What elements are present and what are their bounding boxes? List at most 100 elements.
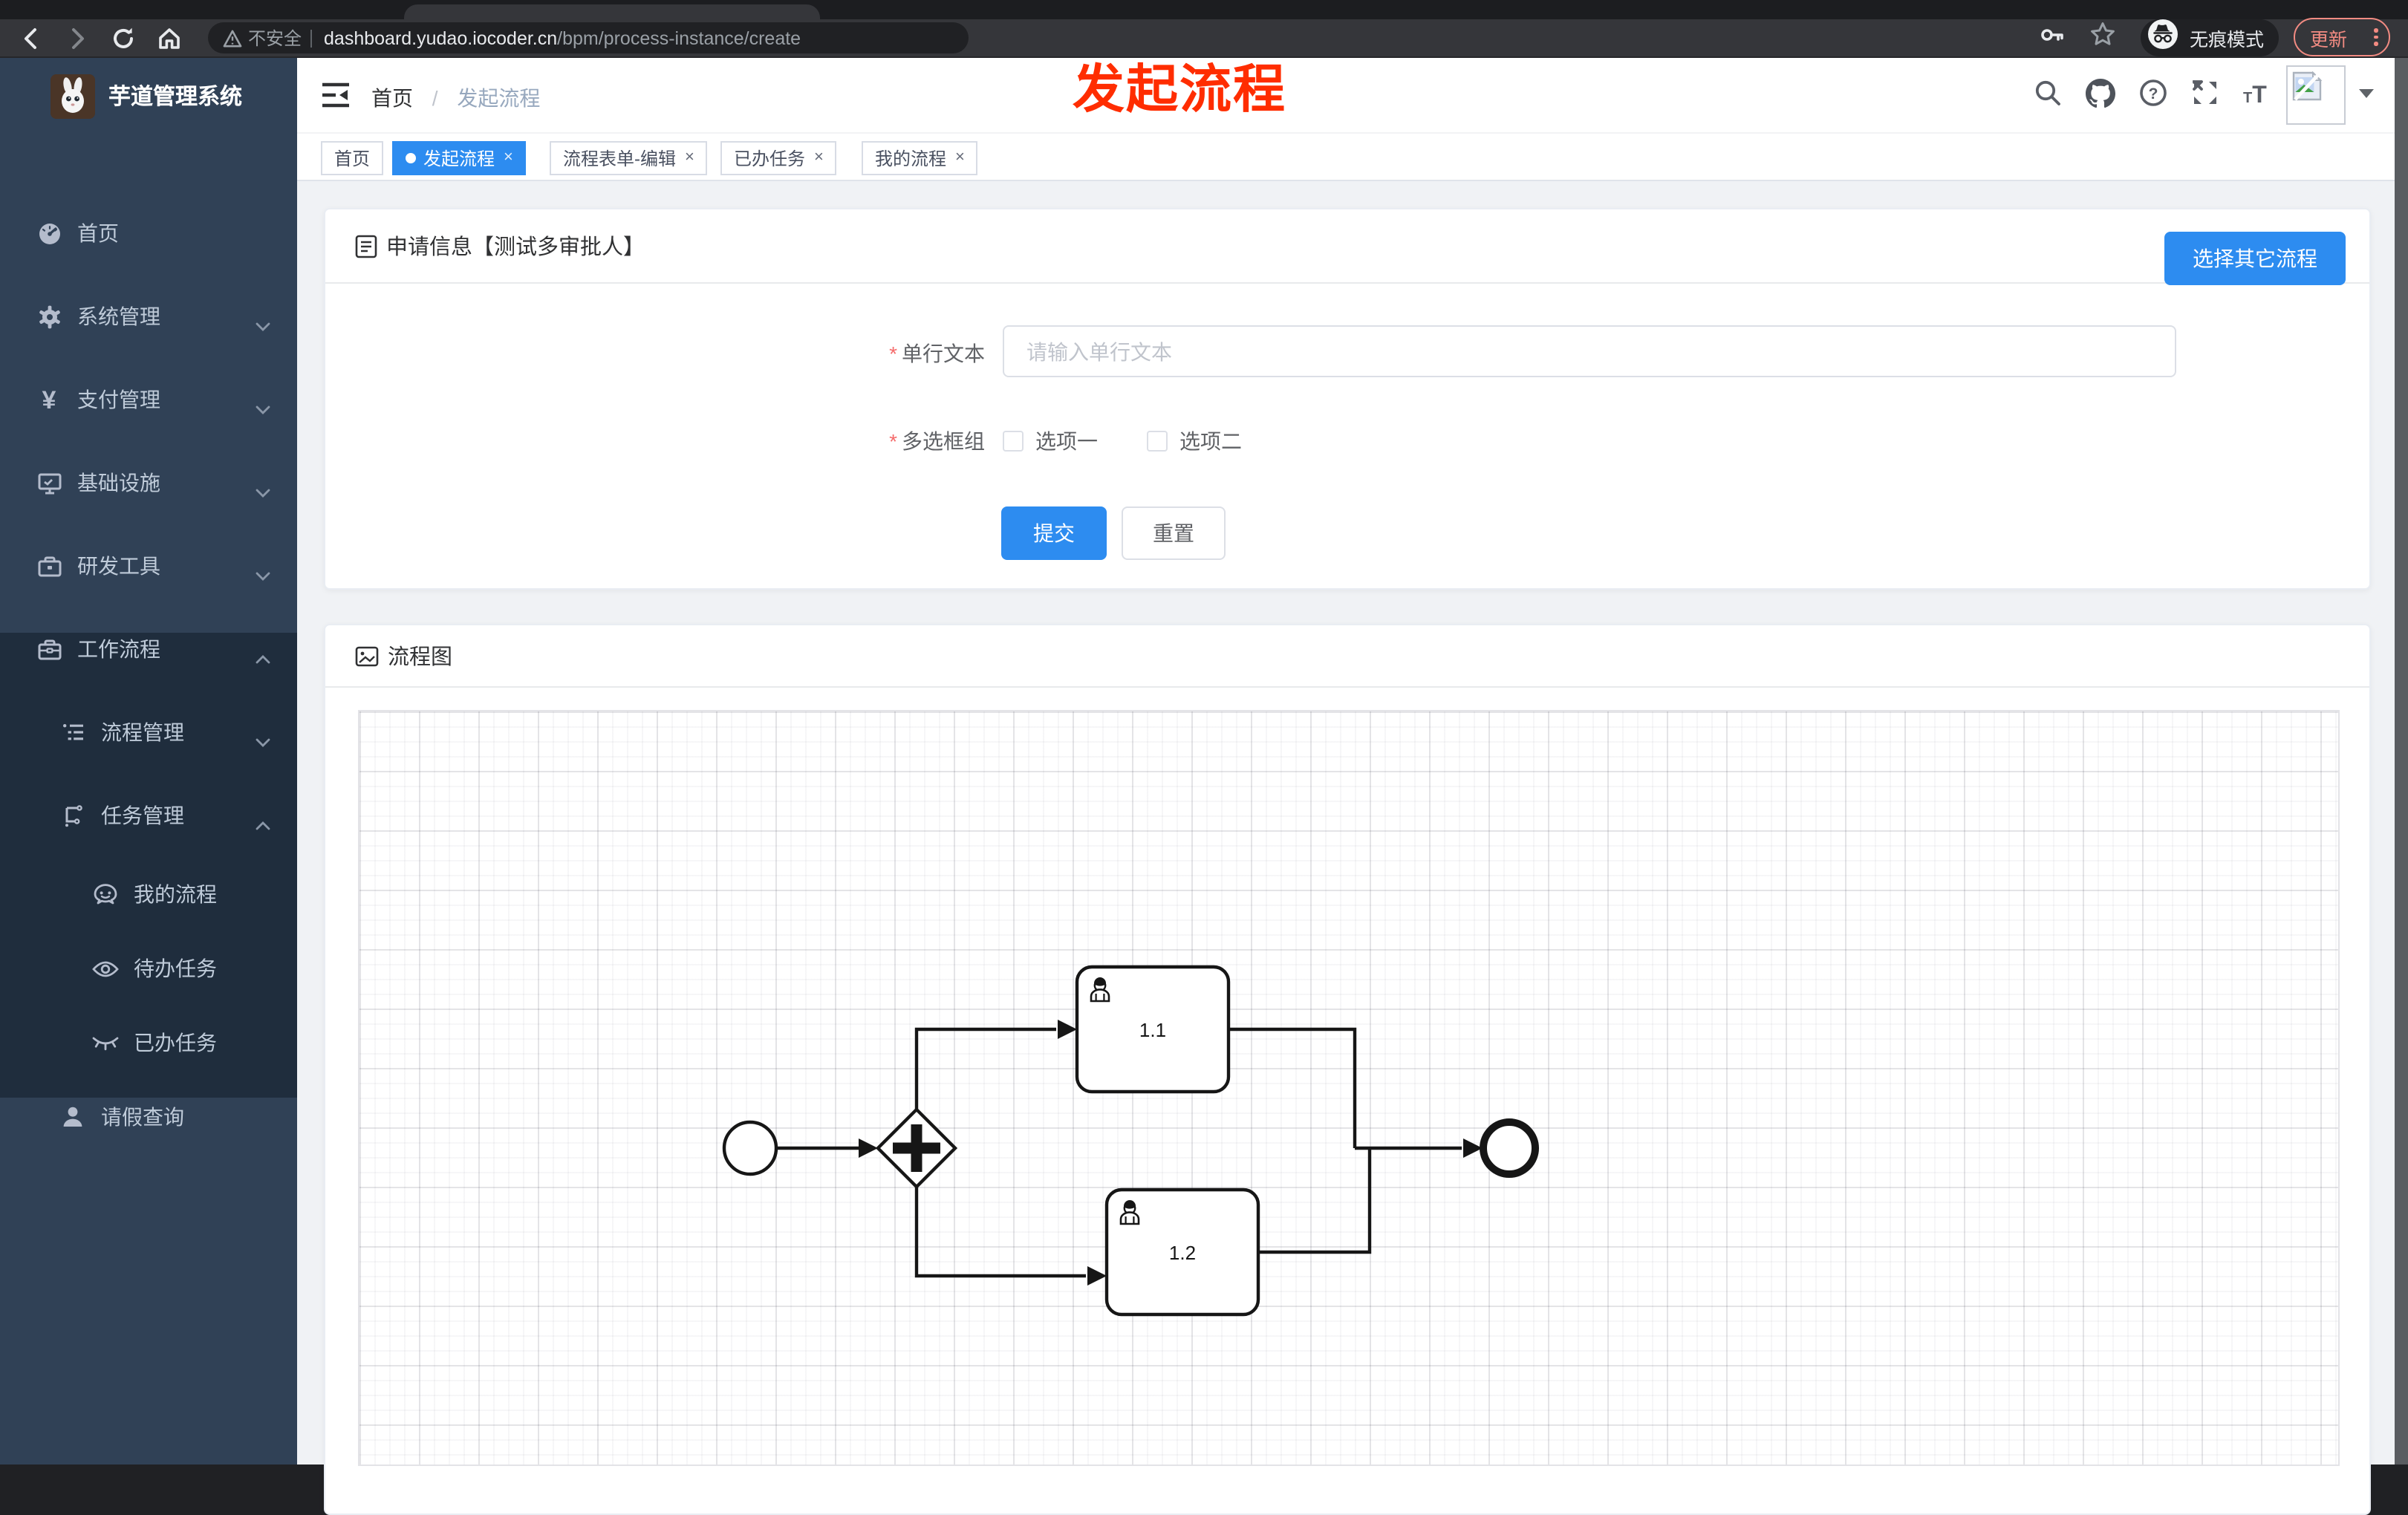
flow-list-icon [59,720,86,745]
security-label: 不安全 [248,28,302,49]
flow-diagram-card: 流程图 1.1 1.2 [324,624,2371,1515]
document-icon [355,234,377,258]
sidebar: 芋道管理系统 首页 系统管理 ¥ 支付管理 基础设施 研发工具 工作流程 流程管… [0,58,297,1464]
monitor-icon [36,470,62,495]
sidebar-item-label: 已办任务 [134,1031,217,1055]
yen-icon: ¥ [42,385,56,414]
close-icon[interactable]: × [814,149,824,166]
github-icon[interactable] [2086,78,2115,115]
sidebar-collapse-icon[interactable] [321,82,351,116]
url-host: dashboard.yudao.iocoder.cn [324,27,558,48]
tag-home[interactable]: 首页 [321,141,384,175]
home-icon[interactable] [156,25,183,52]
single-text-input[interactable] [1003,325,2176,377]
browser-active-tab[interactable] [404,4,820,19]
chevron-down-icon [256,312,270,336]
sidebar-item-system[interactable]: 系统管理 [0,279,297,354]
sidebar-item-label: 待办任务 [134,957,217,980]
tag-label: 流程表单-编辑 [563,149,676,169]
checkbox-option-1[interactable] [1003,431,1024,452]
tag-label: 首页 [334,149,371,169]
sidebar-item-label: 研发工具 [77,554,160,578]
tag-label: 已办任务 [734,149,806,169]
chevron-down-icon [256,478,270,502]
close-icon[interactable]: × [685,149,694,166]
bpmn-start-event [722,1120,778,1176]
submit-button[interactable]: 提交 [1001,506,1107,560]
bpmn-end-event [1480,1118,1539,1178]
avatar-caret-icon[interactable] [2359,89,2374,98]
forward-icon[interactable] [64,25,91,52]
svg-text:?: ? [2149,85,2158,102]
sidebar-item-label: 系统管理 [77,304,160,328]
app-title: 芋道管理系统 [108,85,243,110]
chevron-down-icon [256,728,270,752]
page-scrollbar[interactable] [2395,58,2408,1464]
sidebar-item-todo-tasks[interactable]: 待办任务 [0,931,297,1006]
robot-icon [92,882,119,906]
reset-button[interactable]: 重置 [1122,506,1226,560]
chevron-down-icon [256,395,270,419]
tag-my-process[interactable]: 我的流程 × [862,141,978,175]
tag-done-tasks[interactable]: 已办任务 × [720,141,837,175]
bpmn-canvas[interactable]: 1.1 1.2 [358,710,2340,1466]
logo-rabbit-avatar [51,74,95,118]
update-label: 更新 [2310,29,2348,50]
tag-form-edit[interactable]: 流程表单-编辑 × [550,141,708,175]
sidebar-item-my-process[interactable]: 我的流程 [0,857,297,931]
sidebar-item-done-tasks[interactable]: 已办任务 [0,1006,297,1080]
sidebar-item-process-mgmt[interactable]: 流程管理 [0,695,297,769]
browser-tabstrip [0,0,2408,19]
fullscreen-icon[interactable] [2191,79,2219,114]
font-size-icon[interactable]: TT [2243,83,2267,110]
choose-other-process-button[interactable]: 选择其它流程 [2164,232,2346,285]
back-icon[interactable] [18,25,45,52]
sidebar-item-leave-query[interactable]: 请假查询 [0,1080,297,1154]
chevron-up-icon [256,645,270,668]
checkbox-option-2[interactable] [1147,431,1168,452]
sidebar-item-devtools[interactable]: 研发工具 [0,529,297,603]
sidebar-item-infra[interactable]: 基础设施 [0,446,297,520]
sidebar-item-label: 任务管理 [101,804,184,827]
sidebar-item-task-mgmt[interactable]: 任务管理 [0,778,297,853]
sidebar-item-home[interactable]: 首页 [0,196,297,270]
tags-bar: 首页 发起流程 × 流程表单-编辑 × 已办任务 × 我的流程 × [297,134,2408,181]
incognito-badge: 无痕模式 [2141,18,2280,58]
breadcrumb-home[interactable]: 首页 [371,86,413,110]
eye-open-icon [92,959,119,978]
tag-create-process[interactable]: 发起流程 × [392,141,527,175]
application-form-card: 申请信息【测试多审批人】 选择其它流程 *单行文本 *多选框组 选项一 选项二 … [324,208,2371,590]
checkbox-label-2[interactable]: 选项二 [1179,426,1242,456]
bookmark-star-icon[interactable] [2089,21,2117,56]
update-button[interactable]: 更新 [2294,18,2390,56]
sidebar-item-label: 首页 [77,221,119,245]
url-bar[interactable]: 不安全 dashboard.yudao.iocoder.cn/bpm/proce… [208,22,969,53]
close-icon[interactable]: × [955,149,965,166]
required-asterisk: * [889,429,897,453]
sidebar-item-label: 工作流程 [77,637,160,661]
not-secure-icon [223,29,242,47]
image-icon [355,645,379,666]
sidebar-item-payment[interactable]: ¥ 支付管理 [0,362,297,437]
avatar[interactable] [2286,65,2346,125]
help-icon[interactable]: ? [2139,79,2167,114]
close-icon[interactable]: × [504,149,513,166]
tree-icon [59,803,86,828]
broken-image-icon [2292,71,2323,101]
form-card-title: 申请信息【测试多审批人】 [386,236,645,260]
reload-icon[interactable] [110,25,137,52]
chrome-menu-icon[interactable] [2374,28,2378,46]
logo[interactable]: 芋道管理系统 [0,58,297,134]
password-key-icon[interactable] [2038,21,2066,56]
sidebar-item-label: 流程管理 [101,720,184,744]
breadcrumb-current: 发起流程 [457,86,541,110]
search-icon[interactable] [2034,79,2062,114]
sidebar-item-label: 支付管理 [77,388,160,411]
overlay-action-title: 发起流程 [1073,61,1287,119]
checkbox-group: 选项一 选项二 [1003,426,1242,456]
checkbox-label-1[interactable]: 选项一 [1035,426,1098,456]
incognito-icon [2147,18,2179,58]
sidebar-item-workflow[interactable]: 工作流程 [0,612,297,686]
user-icon [59,1105,86,1129]
breadcrumb: 首页 / 发起流程 [371,83,540,113]
